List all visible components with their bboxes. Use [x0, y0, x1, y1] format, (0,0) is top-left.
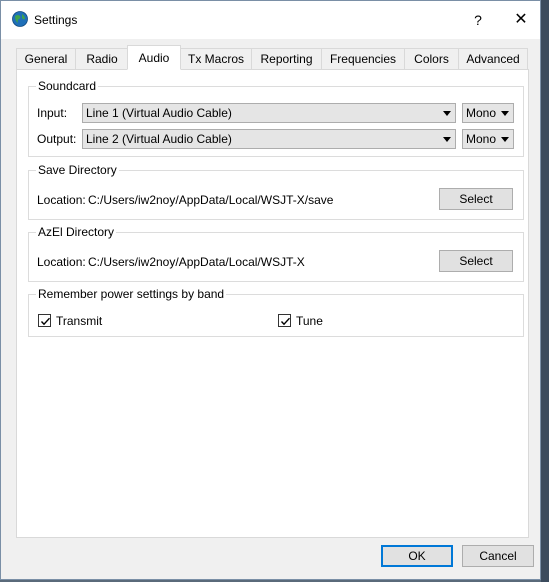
- tab-tx-macros[interactable]: Tx Macros: [180, 48, 252, 69]
- background-window-strip: [541, 0, 549, 582]
- input-device-select[interactable]: Line 1 (Virtual Audio Cable): [82, 103, 456, 123]
- tab-advanced[interactable]: Advanced: [458, 48, 528, 69]
- azel-directory-title: AzEl Directory: [36, 225, 117, 239]
- save-directory-title: Save Directory: [36, 163, 119, 177]
- azel-directory-group: AzEl Directory Location: C:/Users/iw2noy…: [28, 225, 524, 282]
- cancel-button[interactable]: Cancel: [462, 545, 534, 567]
- tab-audio[interactable]: Audio: [127, 45, 181, 70]
- close-button[interactable]: ✕: [504, 5, 538, 35]
- soundcard-group-title: Soundcard: [36, 79, 99, 93]
- output-device-select[interactable]: Line 2 (Virtual Audio Cable): [82, 129, 456, 149]
- check-icon: [280, 317, 291, 326]
- save-location-label: Location:: [37, 193, 86, 207]
- power-settings-title: Remember power settings by band: [36, 287, 227, 301]
- tab-frequencies[interactable]: Frequencies: [321, 48, 405, 69]
- power-settings-group: Remember power settings by band Transmit…: [28, 287, 524, 337]
- save-location-path: C:/Users/iw2noy/AppData/Local/WSJT-X/sav…: [88, 193, 334, 207]
- tab-reporting[interactable]: Reporting: [251, 48, 322, 69]
- wsjtx-globe-icon: [12, 11, 28, 27]
- title-bar[interactable]: Settings ? ✕: [1, 1, 540, 39]
- save-directory-group: Save Directory Location: C:/Users/iw2noy…: [28, 163, 524, 220]
- transmit-checkbox[interactable]: [38, 314, 51, 327]
- transmit-label[interactable]: Transmit: [56, 314, 102, 328]
- input-channel-select[interactable]: Mono: [462, 103, 514, 123]
- tune-checkbox[interactable]: [278, 314, 291, 327]
- input-channel-value: Mono: [466, 106, 497, 120]
- chevron-down-icon: [501, 137, 509, 142]
- azel-directory-select-button[interactable]: Select: [439, 250, 513, 272]
- output-label: Output:: [37, 132, 77, 146]
- settings-dialog: Settings ? ✕ General Radio Audio Tx Macr…: [0, 0, 541, 580]
- tune-label[interactable]: Tune: [296, 314, 323, 328]
- tab-general[interactable]: General: [16, 48, 76, 69]
- input-device-value: Line 1 (Virtual Audio Cable): [86, 106, 232, 120]
- azel-location-path: C:/Users/iw2noy/AppData/Local/WSJT-X: [88, 255, 305, 269]
- chevron-down-icon: [443, 137, 451, 142]
- audio-tab-panel: Soundcard Input: Line 1 (Virtual Audio C…: [16, 69, 529, 538]
- output-device-value: Line 2 (Virtual Audio Cable): [86, 132, 232, 146]
- save-directory-select-button[interactable]: Select: [439, 188, 513, 210]
- chevron-down-icon: [443, 111, 451, 116]
- check-icon: [40, 317, 51, 326]
- soundcard-group: Soundcard Input: Line 1 (Virtual Audio C…: [28, 79, 524, 157]
- ok-button[interactable]: OK: [381, 545, 453, 567]
- azel-location-label: Location:: [37, 255, 86, 269]
- output-channel-value: Mono: [466, 132, 497, 146]
- help-button[interactable]: ?: [463, 5, 493, 35]
- output-channel-select[interactable]: Mono: [462, 129, 514, 149]
- tab-colors[interactable]: Colors: [404, 48, 459, 69]
- chevron-down-icon: [501, 111, 509, 116]
- tab-radio[interactable]: Radio: [75, 48, 129, 69]
- window-title: Settings: [34, 13, 78, 27]
- input-label: Input:: [37, 106, 68, 120]
